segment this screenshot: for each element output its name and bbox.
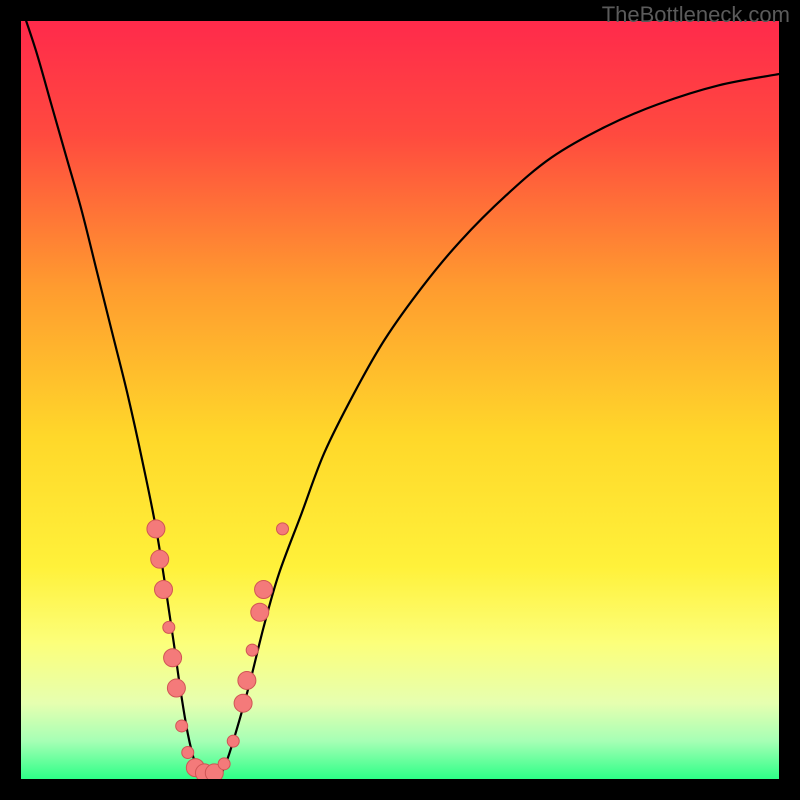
data-marker xyxy=(147,520,165,538)
data-marker xyxy=(155,581,173,599)
gradient-background xyxy=(21,21,779,779)
watermark-label: TheBottleneck.com xyxy=(602,2,790,28)
data-marker xyxy=(227,735,239,747)
data-marker xyxy=(234,694,252,712)
data-marker xyxy=(238,671,256,689)
data-marker xyxy=(164,649,182,667)
data-marker xyxy=(182,746,194,758)
chart-frame: TheBottleneck.com xyxy=(0,0,800,800)
plot-area xyxy=(21,21,779,779)
data-marker xyxy=(151,550,169,568)
data-marker xyxy=(218,758,230,770)
data-marker xyxy=(246,644,258,656)
data-marker xyxy=(163,621,175,633)
bottleneck-chart xyxy=(21,21,779,779)
data-marker xyxy=(176,720,188,732)
data-marker xyxy=(167,679,185,697)
data-marker xyxy=(251,603,269,621)
data-marker xyxy=(277,523,289,535)
data-marker xyxy=(255,581,273,599)
